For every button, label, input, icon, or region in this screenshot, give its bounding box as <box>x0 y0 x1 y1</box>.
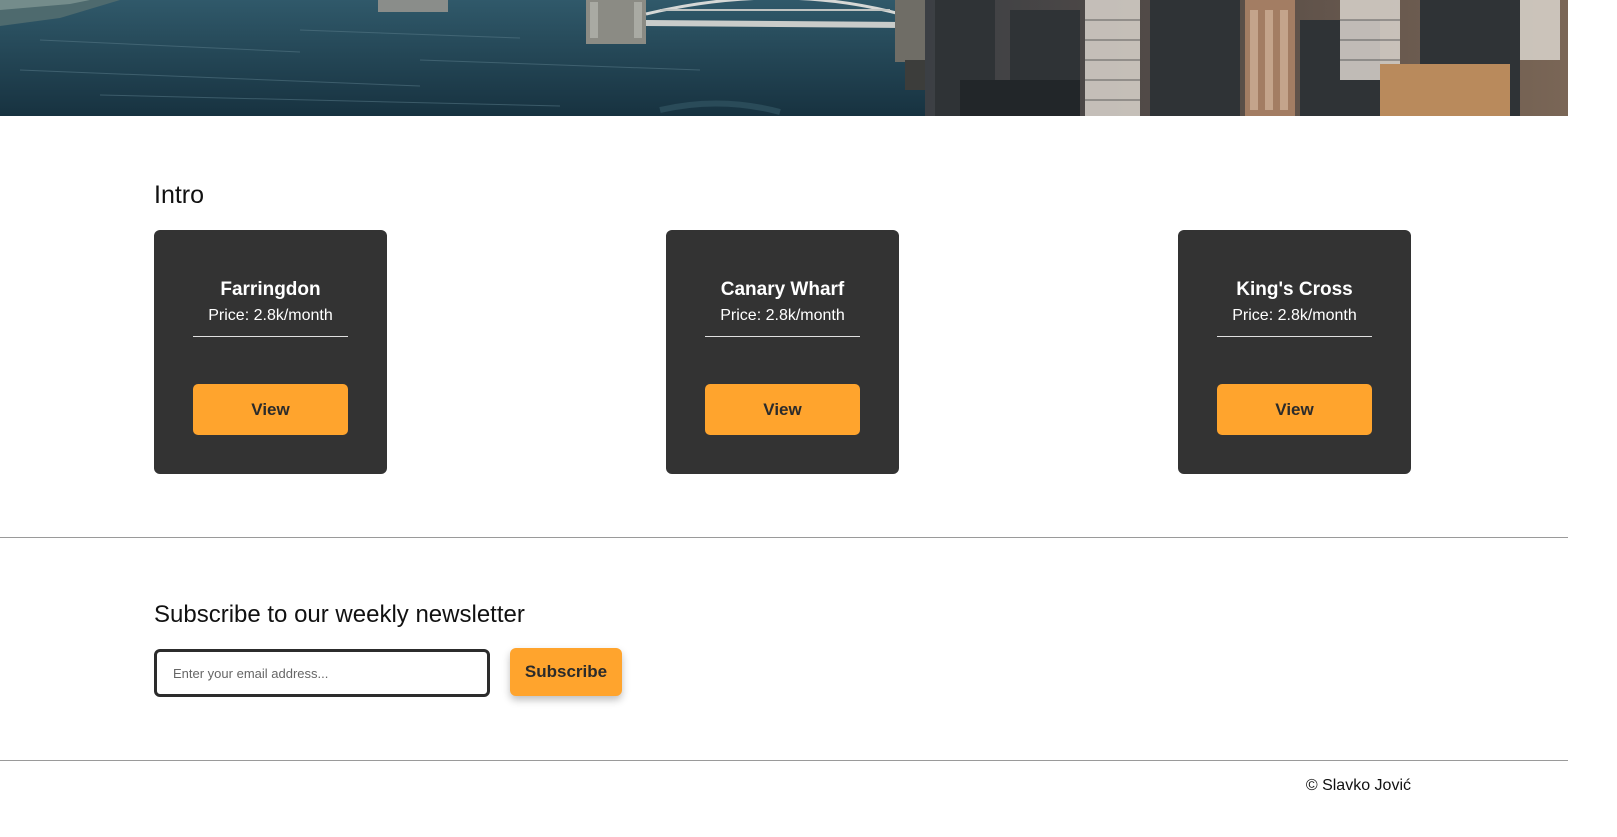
intro-heading: Intro <box>154 181 205 209</box>
hero-image <box>0 0 1568 116</box>
card-title: Farringdon <box>220 279 321 300</box>
copyright-text: © Slavko Jović <box>1305 777 1411 794</box>
scrollbar-gutter <box>1568 0 1617 837</box>
card-price: Price: 2.8k/month <box>1232 307 1357 324</box>
card-title: King's Cross <box>1236 279 1353 300</box>
cityscape-illustration <box>0 0 1568 116</box>
page: Intro Farringdon Price: 2.8k/month View … <box>0 0 1568 837</box>
view-button-kings-cross[interactable]: View <box>1217 384 1372 435</box>
card-price: Price: 2.8k/month <box>208 307 333 324</box>
listing-card-canary-wharf: Canary Wharf Price: 2.8k/month View <box>666 230 899 474</box>
view-button-farringdon[interactable]: View <box>193 384 348 435</box>
card-divider <box>193 336 348 337</box>
newsletter-heading: Subscribe to our weekly newsletter <box>154 601 525 628</box>
view-button-canary-wharf[interactable]: View <box>705 384 860 435</box>
email-input[interactable] <box>154 649 490 697</box>
listing-card-farringdon: Farringdon Price: 2.8k/month View <box>154 230 387 474</box>
card-title: Canary Wharf <box>720 279 845 300</box>
listing-card-kings-cross: King's Cross Price: 2.8k/month View <box>1178 230 1411 474</box>
card-divider <box>1217 336 1372 337</box>
footer-divider <box>0 760 1568 761</box>
section-divider <box>0 537 1568 538</box>
card-price: Price: 2.8k/month <box>720 307 845 324</box>
card-divider <box>705 336 860 337</box>
subscribe-button[interactable]: Subscribe <box>510 648 622 696</box>
